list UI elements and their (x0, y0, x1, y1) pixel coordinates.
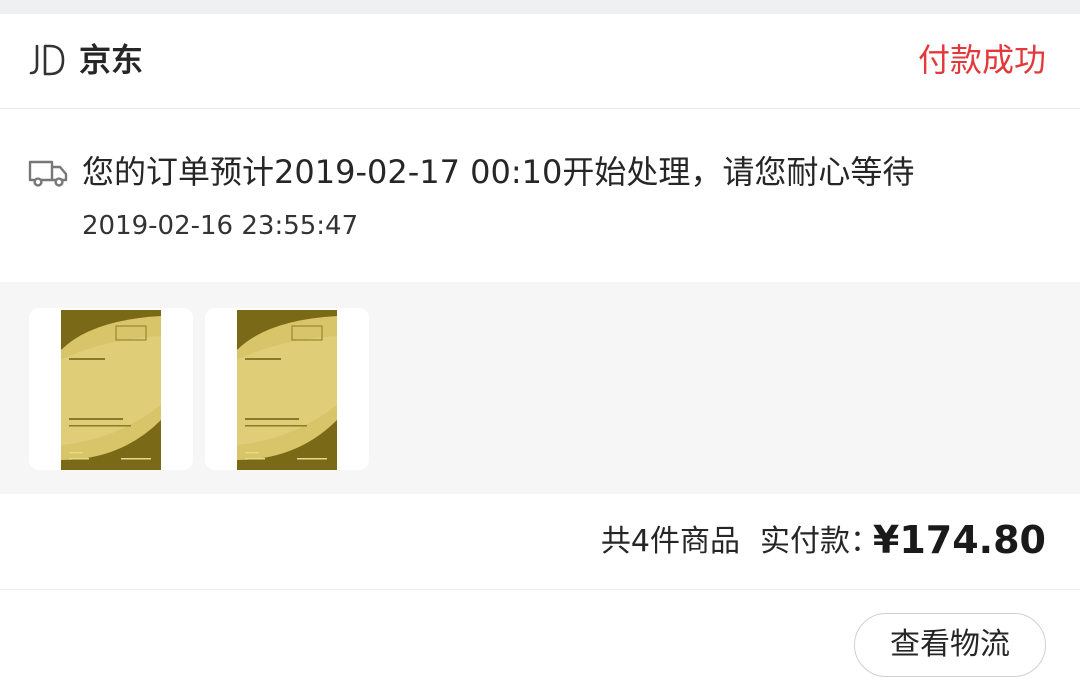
goods-count: 共4件商品 (600, 524, 740, 559)
truck-icon (28, 160, 68, 187)
paid-label: 实付款： (760, 524, 880, 559)
product-package-image (237, 310, 337, 470)
tracking-time: 2019-02-16 23:55:47 (82, 211, 359, 241)
tracking-message: 您的订单预计2019-02-17 00:10开始处理，请您耐心等待 (82, 153, 915, 191)
store-name: 京东 (79, 41, 144, 79)
goods-list[interactable] (0, 282, 1080, 494)
tracking-section[interactable]: 您的订单预计2019-02-17 00:10开始处理，请您耐心等待 2019-0… (0, 110, 1080, 282)
goods-thumbnail[interactable] (205, 308, 369, 470)
goods-thumbnail[interactable] (29, 308, 193, 470)
order-status-label: 付款成功 (917, 41, 1046, 79)
top-divider-strip (0, 0, 1080, 14)
product-package-image (61, 310, 161, 470)
store-header[interactable]: 京东 付款成功 (0, 14, 1080, 109)
paid-amount: ¥174.80 (872, 518, 1046, 562)
view-logistics-button[interactable]: 查看物流 (854, 613, 1046, 677)
jd-logo-icon (29, 44, 65, 76)
order-summary: 共4件商品 实付款： ¥174.80 (0, 494, 1080, 590)
order-actions: 查看物流 (0, 591, 1080, 681)
